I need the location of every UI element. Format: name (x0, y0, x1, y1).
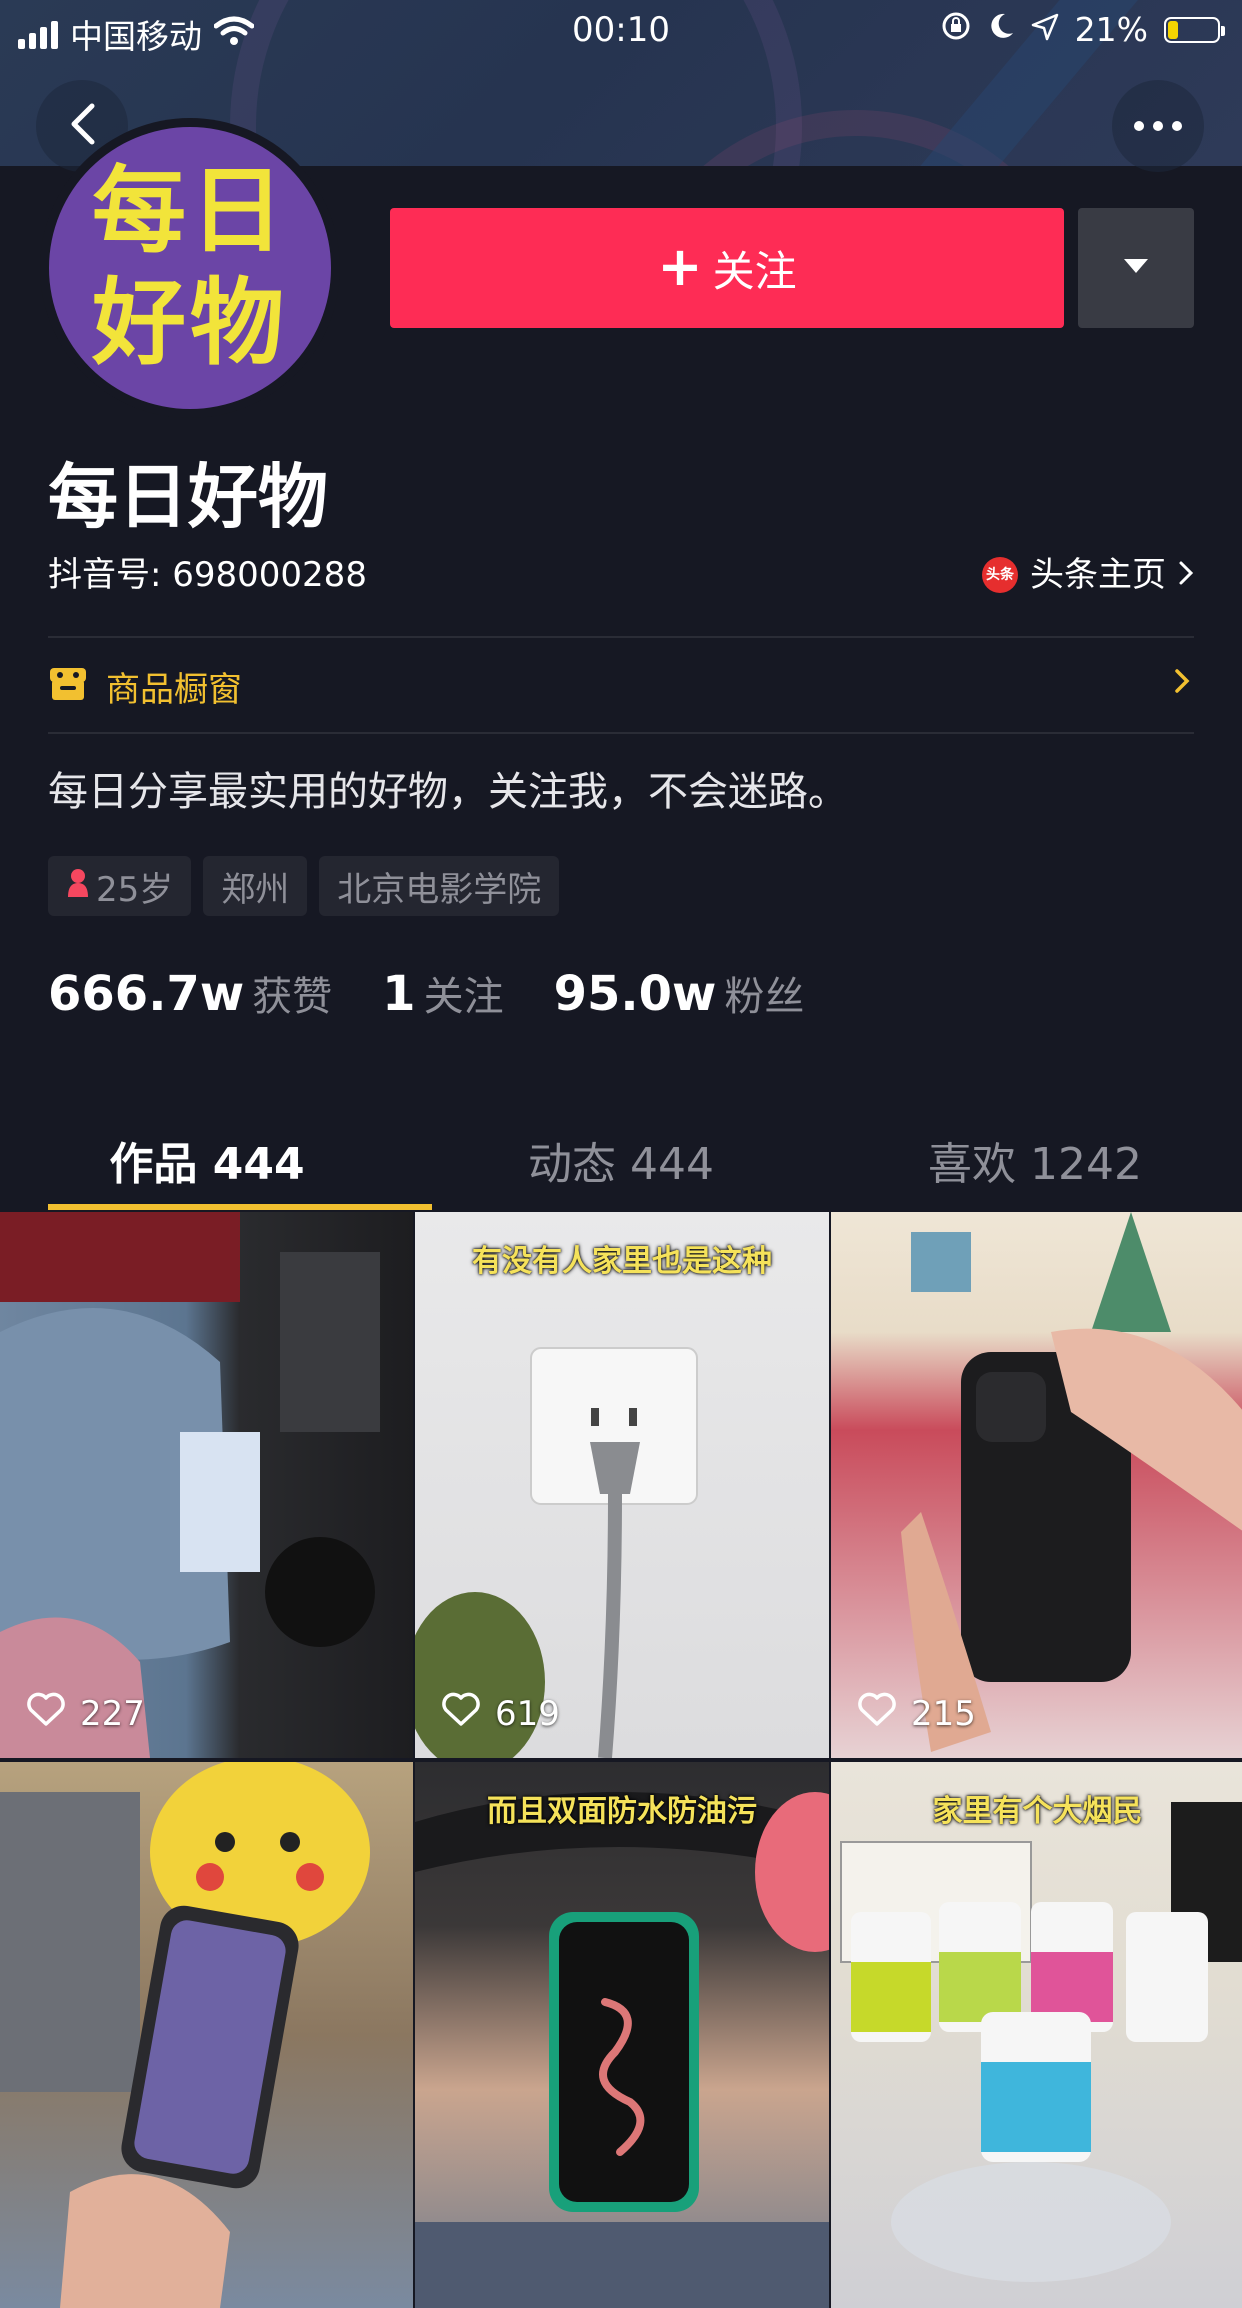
battery-icon (1164, 16, 1225, 43)
shop-label: 商品橱窗 (106, 669, 242, 710)
female-icon (66, 866, 90, 906)
likes-label: 获赞 (252, 974, 333, 1020)
video-thumbnail[interactable]: 227 (0, 1212, 413, 1758)
location-icon (1031, 10, 1059, 49)
thumbnail-art (0, 1762, 370, 2308)
thumbnail-art (0, 1212, 380, 1758)
video-caption: 而且双面防水防油污 (487, 1794, 757, 1829)
avatar-text: 好物 (91, 269, 288, 378)
tab-likes[interactable]: 喜欢 1242 (828, 1110, 1242, 1210)
content-tabs: 作品 444 动态 444 喜欢 1242 (0, 1110, 1242, 1210)
video-grid: 227 有没有人家里也是这种 619 215 而且双面防水防油污 家里有个大烟民 (0, 1212, 1242, 2308)
avatar-text: 每日 (91, 157, 288, 266)
following-label[interactable]: 关注 (424, 964, 504, 1022)
orientation-lock-icon (941, 10, 971, 49)
heart-icon (857, 1691, 897, 1736)
heart-icon (26, 1691, 66, 1736)
video-thumbnail[interactable]: 而且双面防水防油污 (415, 1762, 829, 2308)
toutiao-icon: 头条 (982, 557, 1018, 593)
video-likes: 619 (441, 1691, 560, 1736)
video-caption: 家里有个大烟民 (932, 1794, 1143, 1829)
divider (48, 732, 1194, 734)
chevron-right-icon (1178, 552, 1194, 598)
video-thumbnail[interactable]: 215 (831, 1212, 1242, 1758)
profile-stats: 666.7w 获赞 1 关注 95.0w 粉丝 (48, 964, 854, 1022)
back-chevron-icon (66, 102, 98, 150)
triangle-down-icon (1122, 257, 1150, 279)
shop-icon (48, 666, 88, 706)
thumbnail-art (415, 1792, 829, 2308)
follow-button-label: 关注 (712, 246, 797, 296)
plus-icon: + (657, 234, 703, 298)
avatar[interactable]: 每日 好物 (40, 118, 340, 418)
active-tab-indicator (48, 1204, 432, 1210)
nickname: 每日好物 (48, 456, 328, 538)
toutiao-homepage-link[interactable]: 头条 头条主页 (982, 552, 1194, 598)
like-count: 227 (80, 1693, 145, 1734)
toutiao-link-label: 头条主页 (1030, 555, 1166, 595)
like-count: 619 (495, 1693, 560, 1734)
video-thumbnail[interactable]: 家里有个大烟民 (831, 1762, 1242, 2308)
heart-icon (441, 1691, 481, 1736)
school-tag: 北京电影学院 (319, 856, 560, 916)
age-label: 25岁 (96, 869, 174, 910)
product-showcase-row[interactable]: 商品橱窗 (48, 638, 1194, 734)
video-likes: 215 (857, 1691, 976, 1736)
recommend-dropdown-button[interactable] (1078, 208, 1194, 328)
thumbnail-art (415, 1347, 698, 1758)
video-thumbnail[interactable]: 有没有人家里也是这种 619 (415, 1212, 829, 1758)
following-count[interactable]: 1 (382, 966, 415, 1022)
like-count: 215 (911, 1693, 976, 1734)
more-dots-icon (1133, 117, 1183, 136)
city-tag: 郑州 (203, 856, 308, 916)
video-thumbnail[interactable] (0, 1762, 413, 2308)
tab-activity[interactable]: 动态 444 (414, 1110, 828, 1210)
profile-tags: 25岁 郑州 北京电影学院 (48, 856, 560, 916)
douyin-id: 抖音号: 698000288 (48, 555, 367, 595)
bio: 每日分享最实用的好物，关注我，不会迷路。 (48, 769, 848, 815)
video-likes: 227 (26, 1691, 145, 1736)
follow-button[interactable]: + 关注 (390, 208, 1064, 328)
likes-count: 666.7w (48, 966, 245, 1022)
thumbnail-art (840, 1802, 1242, 2282)
tab-works[interactable]: 作品 444 (0, 1110, 414, 1210)
more-button[interactable] (1112, 80, 1204, 172)
followers-count[interactable]: 95.0w (554, 966, 717, 1022)
thumbnail-art (901, 1212, 1242, 1752)
video-caption: 有没有人家里也是这种 (472, 1244, 772, 1279)
status-bar: 中国移动 00:10 21% (0, 0, 1242, 60)
age-tag: 25岁 (48, 856, 192, 916)
followers-label[interactable]: 粉丝 (724, 964, 804, 1022)
moon-icon (987, 10, 1015, 49)
chevron-right-icon (1174, 668, 1190, 698)
battery-percent: 21% (1074, 10, 1148, 49)
